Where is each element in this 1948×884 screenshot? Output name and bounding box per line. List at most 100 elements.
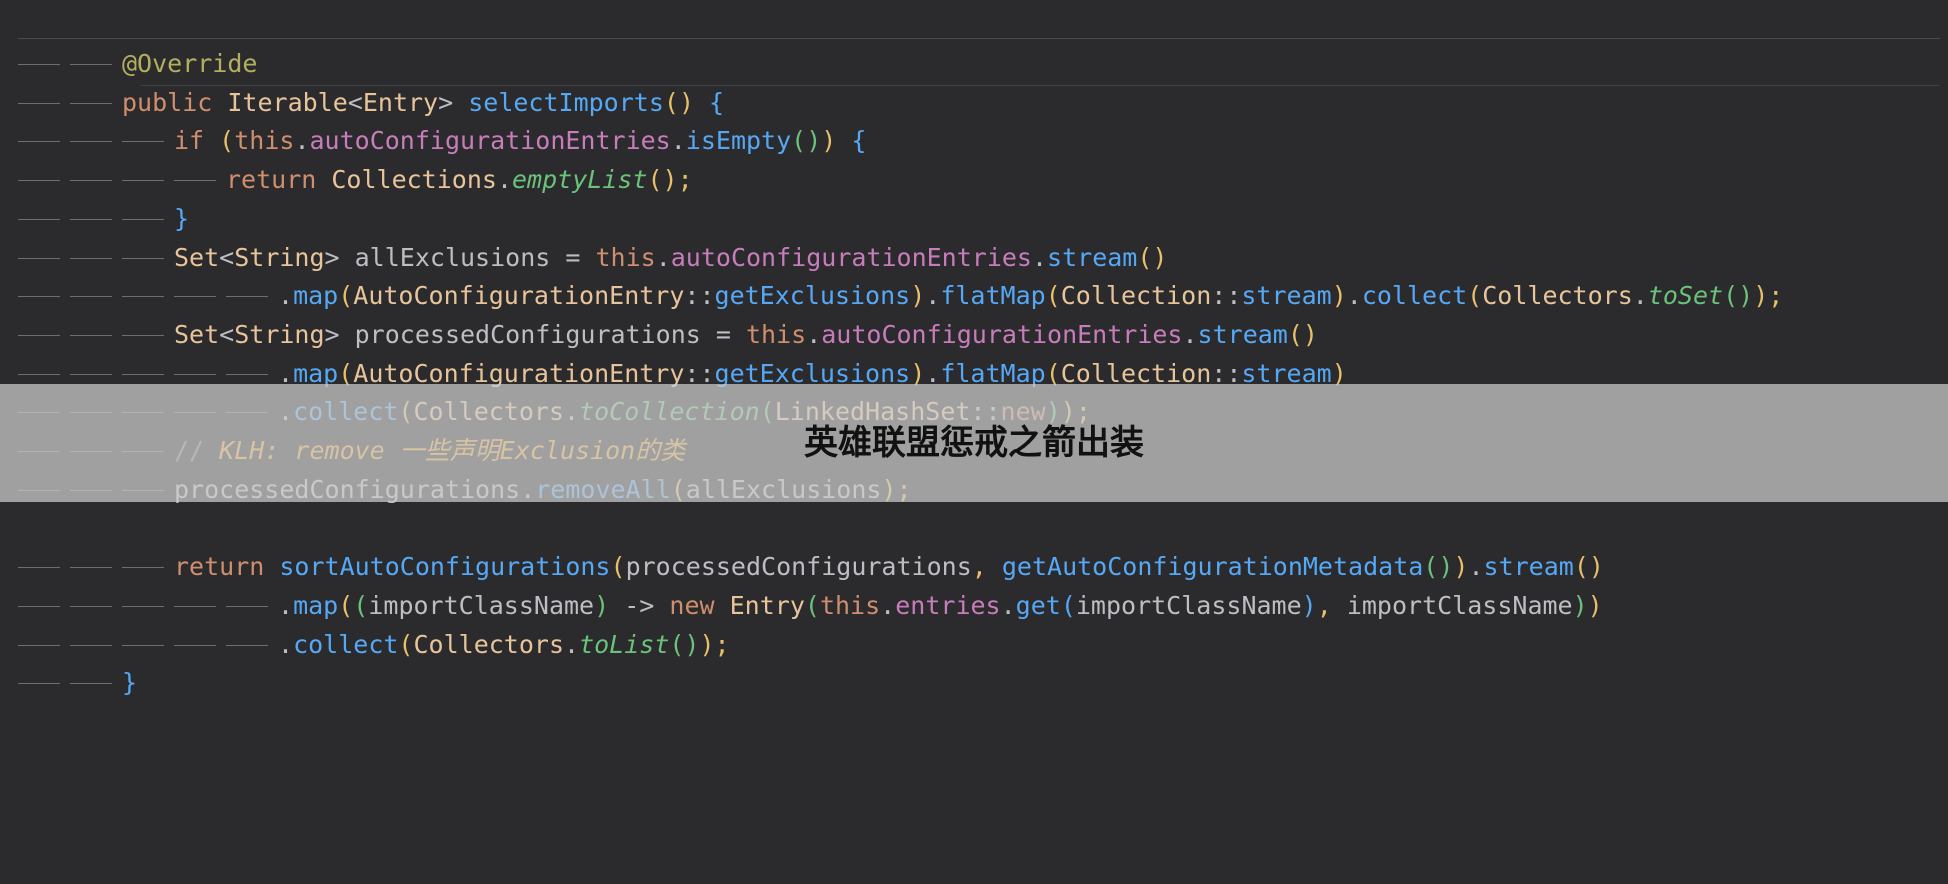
indent-guide	[18, 296, 60, 298]
code-token: return	[226, 165, 332, 195]
code-token: .	[278, 629, 294, 659]
caption-text: 英雄联盟惩戒之箭出装	[804, 423, 1144, 463]
code-token: .	[496, 165, 512, 195]
code-token: getAutoConfigurationMetadata	[1001, 552, 1424, 582]
code-token: .	[1346, 281, 1362, 311]
code-token: (	[1467, 281, 1483, 311]
indent-guide	[18, 334, 60, 336]
code-token: ()	[1423, 552, 1454, 582]
indent-guide	[18, 605, 60, 607]
indent-guide	[122, 605, 164, 607]
indent-guide	[18, 180, 60, 182]
code-token: .	[278, 590, 294, 620]
indent-guide	[174, 373, 216, 375]
code-token: ()	[1573, 552, 1604, 582]
code-token: ,	[971, 552, 1002, 582]
indent-guide	[70, 102, 112, 104]
code-token: .	[1031, 242, 1048, 272]
indent-guide	[18, 141, 60, 143]
code-token: get	[1015, 590, 1061, 620]
indent-guide	[70, 218, 112, 220]
indent-guide	[18, 567, 60, 569]
indent-guide	[70, 567, 112, 569]
indent-guide	[226, 644, 268, 646]
code-editor[interactable]: @Override public Iterable<Entry> selectIm…	[0, 0, 1948, 884]
code-token: importClassName	[368, 590, 595, 620]
indent-guide	[122, 296, 164, 298]
code-token: }	[174, 203, 190, 233]
indent-guide	[174, 605, 216, 607]
indent-guide	[174, 296, 216, 298]
code-token: ()	[1287, 319, 1318, 349]
code-token: )	[594, 590, 610, 620]
code-token: {	[851, 126, 867, 156]
indent-guide	[174, 644, 216, 646]
indent-guide	[18, 683, 60, 685]
code-token: getExclusions	[714, 281, 911, 311]
code-token: this	[745, 319, 807, 349]
code-token: > processedConfigurations =	[324, 319, 746, 349]
code-token: sortAutoConfigurations	[279, 552, 611, 582]
code-token: .	[925, 281, 941, 311]
code-token: importClassName	[1075, 590, 1302, 620]
indent-guide	[70, 334, 112, 336]
code-token: ::	[1211, 281, 1242, 311]
indent-guide	[122, 218, 164, 220]
code-token: @Override	[122, 49, 258, 78]
indent-guide	[18, 257, 60, 259]
code-token: Collectors	[1482, 281, 1633, 311]
indent-guide	[70, 64, 112, 65]
code-token: <	[219, 319, 235, 349]
code-token: Entry	[362, 87, 439, 117]
code-token: ()	[663, 87, 710, 117]
code-token: .	[880, 590, 896, 620]
code-token: )	[1301, 590, 1317, 620]
code-text: .collect(Collectors.toList());	[278, 621, 730, 669]
indent-guide	[70, 257, 112, 259]
code-token: (	[219, 126, 235, 156]
code-token: map	[293, 590, 339, 620]
indent-guide	[70, 180, 112, 182]
indent-guide	[122, 644, 164, 646]
editor-top-divider	[18, 38, 1940, 39]
indent-guide	[18, 102, 60, 104]
indent-guide	[70, 605, 112, 607]
code-token: .	[806, 319, 822, 349]
code-token: String	[234, 242, 325, 272]
code-token: autoConfigurationEntries	[309, 126, 671, 156]
code-token: Collections	[331, 165, 497, 195]
code-token: ::	[684, 281, 715, 311]
code-token: return	[174, 552, 280, 582]
indent-guide	[122, 567, 164, 569]
code-token: )	[1587, 590, 1603, 620]
indent-guide	[122, 334, 164, 336]
code-token: autoConfigurationEntries	[670, 242, 1032, 272]
code-token: stream	[1047, 242, 1138, 272]
code-token: )	[1453, 552, 1469, 582]
code-token: collect	[293, 629, 399, 659]
code-token: this	[595, 242, 656, 272]
code-token: ()	[647, 165, 678, 195]
code-token: toSet	[1647, 281, 1724, 311]
code-token: .	[1468, 552, 1484, 582]
code-token: Collection	[1060, 281, 1212, 311]
indent-guide	[70, 683, 112, 685]
code-token: ,	[1316, 590, 1347, 620]
indent-guide	[18, 373, 60, 375]
indent-guide	[122, 257, 164, 259]
code-text: return Collections.emptyList();	[226, 156, 693, 204]
code-token: this	[234, 126, 295, 156]
code-token: )	[910, 281, 926, 311]
code-token: ()	[791, 126, 822, 156]
code-token: >	[438, 87, 469, 117]
code-token: collect	[1361, 281, 1468, 311]
indent-guide	[70, 141, 112, 143]
code-token: .	[655, 242, 671, 272]
code-token: (	[610, 552, 626, 582]
code-token: isEmpty	[685, 126, 792, 156]
indent-guide	[174, 180, 216, 182]
code-token: Entry	[729, 590, 805, 620]
code-token: String	[234, 319, 325, 349]
code-token: ()	[1137, 242, 1168, 272]
code-token: new	[669, 590, 730, 620]
